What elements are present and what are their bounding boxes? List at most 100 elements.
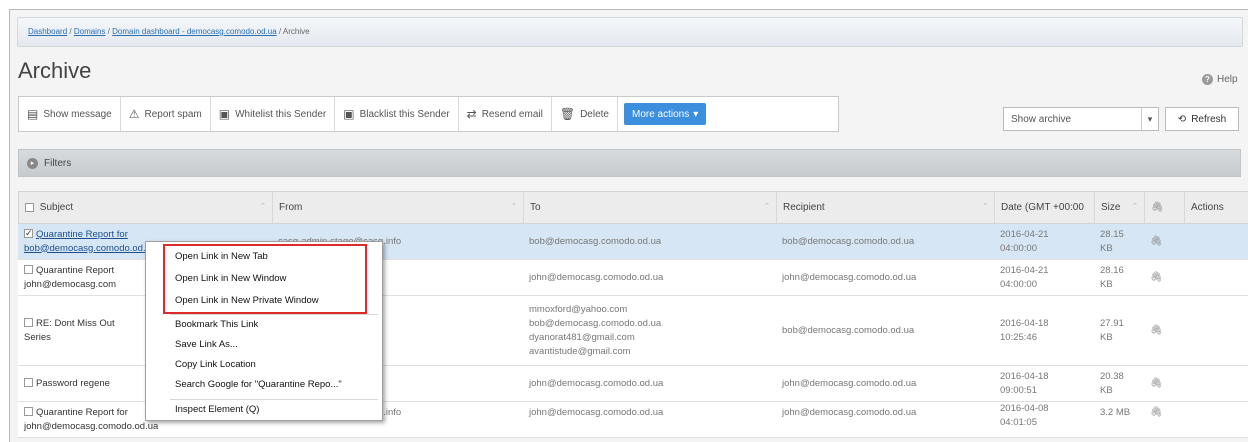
subject-link[interactable]: Password regene (36, 378, 110, 389)
subject-link[interactable]: RE: Dont Miss Out (36, 318, 115, 329)
date-time: 04:00:00 (1000, 242, 1037, 254)
sort-icon: ⌃ (1132, 203, 1138, 210)
breadcrumb-domains[interactable]: Domains (74, 27, 106, 36)
to-address: mmoxford@yahoo.com (529, 303, 628, 315)
cell-to: john@democasg.comodo.od.ua (529, 407, 664, 418)
breadcrumb-separator: / (69, 27, 72, 36)
filters-label: Filters (44, 157, 72, 169)
row-checkbox[interactable] (24, 317, 33, 327)
cell-to: john@democasg.comodo.od.ua (529, 271, 664, 283)
menu-search-google[interactable]: Search Google for "Quarantine Repo..." (175, 378, 342, 392)
row-checkbox[interactable] (24, 226, 33, 240)
trash-icon: 🗑 (559, 107, 576, 121)
column-attachment[interactable]: 🖇 (1145, 192, 1185, 223)
more-actions-button[interactable]: More actions ▾ (623, 103, 707, 125)
size-unit: KB (1100, 384, 1113, 396)
date-day: 2016-04-08 (1000, 403, 1049, 414)
paperclip-icon: 🖇 (1150, 235, 1163, 247)
refresh-button[interactable]: ⟲ Refresh (1165, 107, 1239, 131)
cell-attachment: 🖇 (1144, 366, 1184, 401)
column-from[interactable]: From ⌃ (273, 192, 524, 223)
size-value: 28.15 (1100, 228, 1124, 240)
subject-link[interactable]: Quarantine Report (36, 265, 114, 276)
paperclip-icon: 🖇 (1150, 407, 1163, 418)
subject-link-line2[interactable]: bob@democasg.comodo.od.ua (24, 243, 156, 254)
action-toolbar: ▤ Show message ⚠ Report spam ▣ Whitelist… (18, 96, 839, 132)
warning-icon: ⚠ (128, 107, 140, 121)
breadcrumb-dashboard[interactable]: Dashboard (28, 27, 67, 36)
cell-size: 28.15 KB (1094, 224, 1144, 259)
menu-bookmark-link[interactable]: Bookmark This Link (175, 318, 258, 332)
blacklist-sender-button[interactable]: ▣ Blacklist this Sender (335, 97, 459, 131)
column-size-label: Size (1101, 202, 1121, 213)
subject-link[interactable]: Quarantine Report for (36, 407, 128, 418)
paperclip-icon: 🖇 (1150, 271, 1163, 283)
breadcrumb-separator: / (278, 27, 282, 36)
column-size[interactable]: Size ⌃ (1095, 192, 1145, 223)
breadcrumb-current: Archive (282, 27, 310, 36)
table-header: Subject ⌃ From ⌃ To ⌃ Recipient ⌃ Date (GMT … (18, 191, 1248, 224)
date-day: 2016-04-18 (1000, 317, 1049, 329)
date-day: 2016-04-21 (1000, 228, 1049, 240)
column-to-label: To (530, 202, 541, 213)
sort-icon: ⌃ (511, 203, 517, 210)
to-address: dyanorat481@gmail.com (529, 331, 635, 343)
date-day: 2016-04-18 (1000, 370, 1049, 382)
cell-recipient: john@democasg.comodo.od.ua (782, 271, 917, 283)
whitelist-icon: ▣ (218, 107, 231, 121)
help-link[interactable]: ? Help (1202, 74, 1238, 85)
column-from-label: From (279, 202, 303, 213)
column-subject-label: Subject (39, 202, 74, 213)
report-spam-button[interactable]: ⚠ Report spam (121, 97, 211, 131)
column-to[interactable]: To ⌃ (524, 192, 777, 223)
sort-icon: ⌃ (260, 203, 266, 210)
paperclip-icon: 🖇 (1151, 202, 1164, 213)
cell-date: 2016-04-21 04:00:00 (994, 224, 1094, 259)
date-time: 04:00:00 (1000, 278, 1037, 290)
menu-save-link-as[interactable]: Save Link As... (175, 338, 238, 352)
menu-separator (170, 399, 378, 400)
cell-attachment: 🖇 (1144, 402, 1184, 437)
row-checkbox[interactable] (24, 377, 33, 387)
date-time: 10:25:46 (1000, 331, 1037, 343)
size-unit: KB (1100, 331, 1113, 343)
breadcrumb-domain-dashboard[interactable]: Domain dashboard - democasg.comodo.od.ua (112, 27, 277, 36)
cell-to: mmoxford@yahoo.com bob@democasg.comodo.o… (523, 296, 776, 365)
row-checkbox[interactable] (24, 264, 33, 274)
menu-inspect-element[interactable]: Inspect Element (Q) (175, 403, 259, 417)
cell-recipient: john@democasg.comodo.od.ua (782, 407, 917, 418)
menu-copy-link-location[interactable]: Copy Link Location (175, 358, 256, 372)
show-message-button[interactable]: ▤ Show message (19, 97, 121, 131)
whitelist-sender-button[interactable]: ▣ Whitelist this Sender (211, 97, 336, 131)
cell-recipient: john@democasg.comodo.od.ua (782, 377, 917, 389)
page-title: Archive (18, 58, 92, 83)
column-actions: Actions (1185, 192, 1248, 223)
cell-size: 28.16 KB (1094, 260, 1144, 295)
paperclip-icon: 🖇 (1150, 377, 1163, 389)
help-icon: ? (1202, 74, 1213, 85)
subject-link-line2[interactable]: john@democasg.comodo.od.ua (24, 421, 158, 432)
column-subject[interactable]: Subject ⌃ (19, 192, 273, 223)
archive-view-value: Show archive (1011, 114, 1072, 125)
row-checkbox[interactable] (24, 407, 33, 416)
resend-email-button[interactable]: ⇄ Resend email (459, 97, 552, 131)
refresh-label: Refresh (1191, 113, 1227, 125)
subject-link-line2[interactable]: john@democasg.com (24, 279, 116, 290)
column-date[interactable]: Date (GMT +00:00 (995, 192, 1095, 223)
column-recipient-label: Recipient (783, 202, 825, 213)
show-message-label: Show message (43, 108, 112, 120)
delete-button[interactable]: 🗑 Delete (552, 97, 618, 131)
sort-icon: ⌃ (764, 203, 770, 210)
size-value: 20.38 (1100, 370, 1124, 382)
archive-view-select[interactable]: Show archive ▾ (1003, 107, 1159, 131)
size-value: 28.16 (1100, 264, 1124, 276)
subject-link-line2[interactable]: Series (24, 332, 51, 343)
cell-date: 2016-04-18 09:00:51 (994, 366, 1094, 401)
subject-link[interactable]: Quarantine Report for (36, 229, 128, 240)
filters-bar[interactable]: ▸ Filters (18, 149, 1241, 177)
column-recipient[interactable]: Recipient ⌃ (777, 192, 995, 223)
column-actions-label: Actions (1191, 202, 1224, 213)
size-value: 27.91 (1100, 317, 1124, 329)
cell-attachment: 🖇 (1144, 296, 1184, 365)
select-all-checkbox[interactable] (25, 203, 34, 212)
